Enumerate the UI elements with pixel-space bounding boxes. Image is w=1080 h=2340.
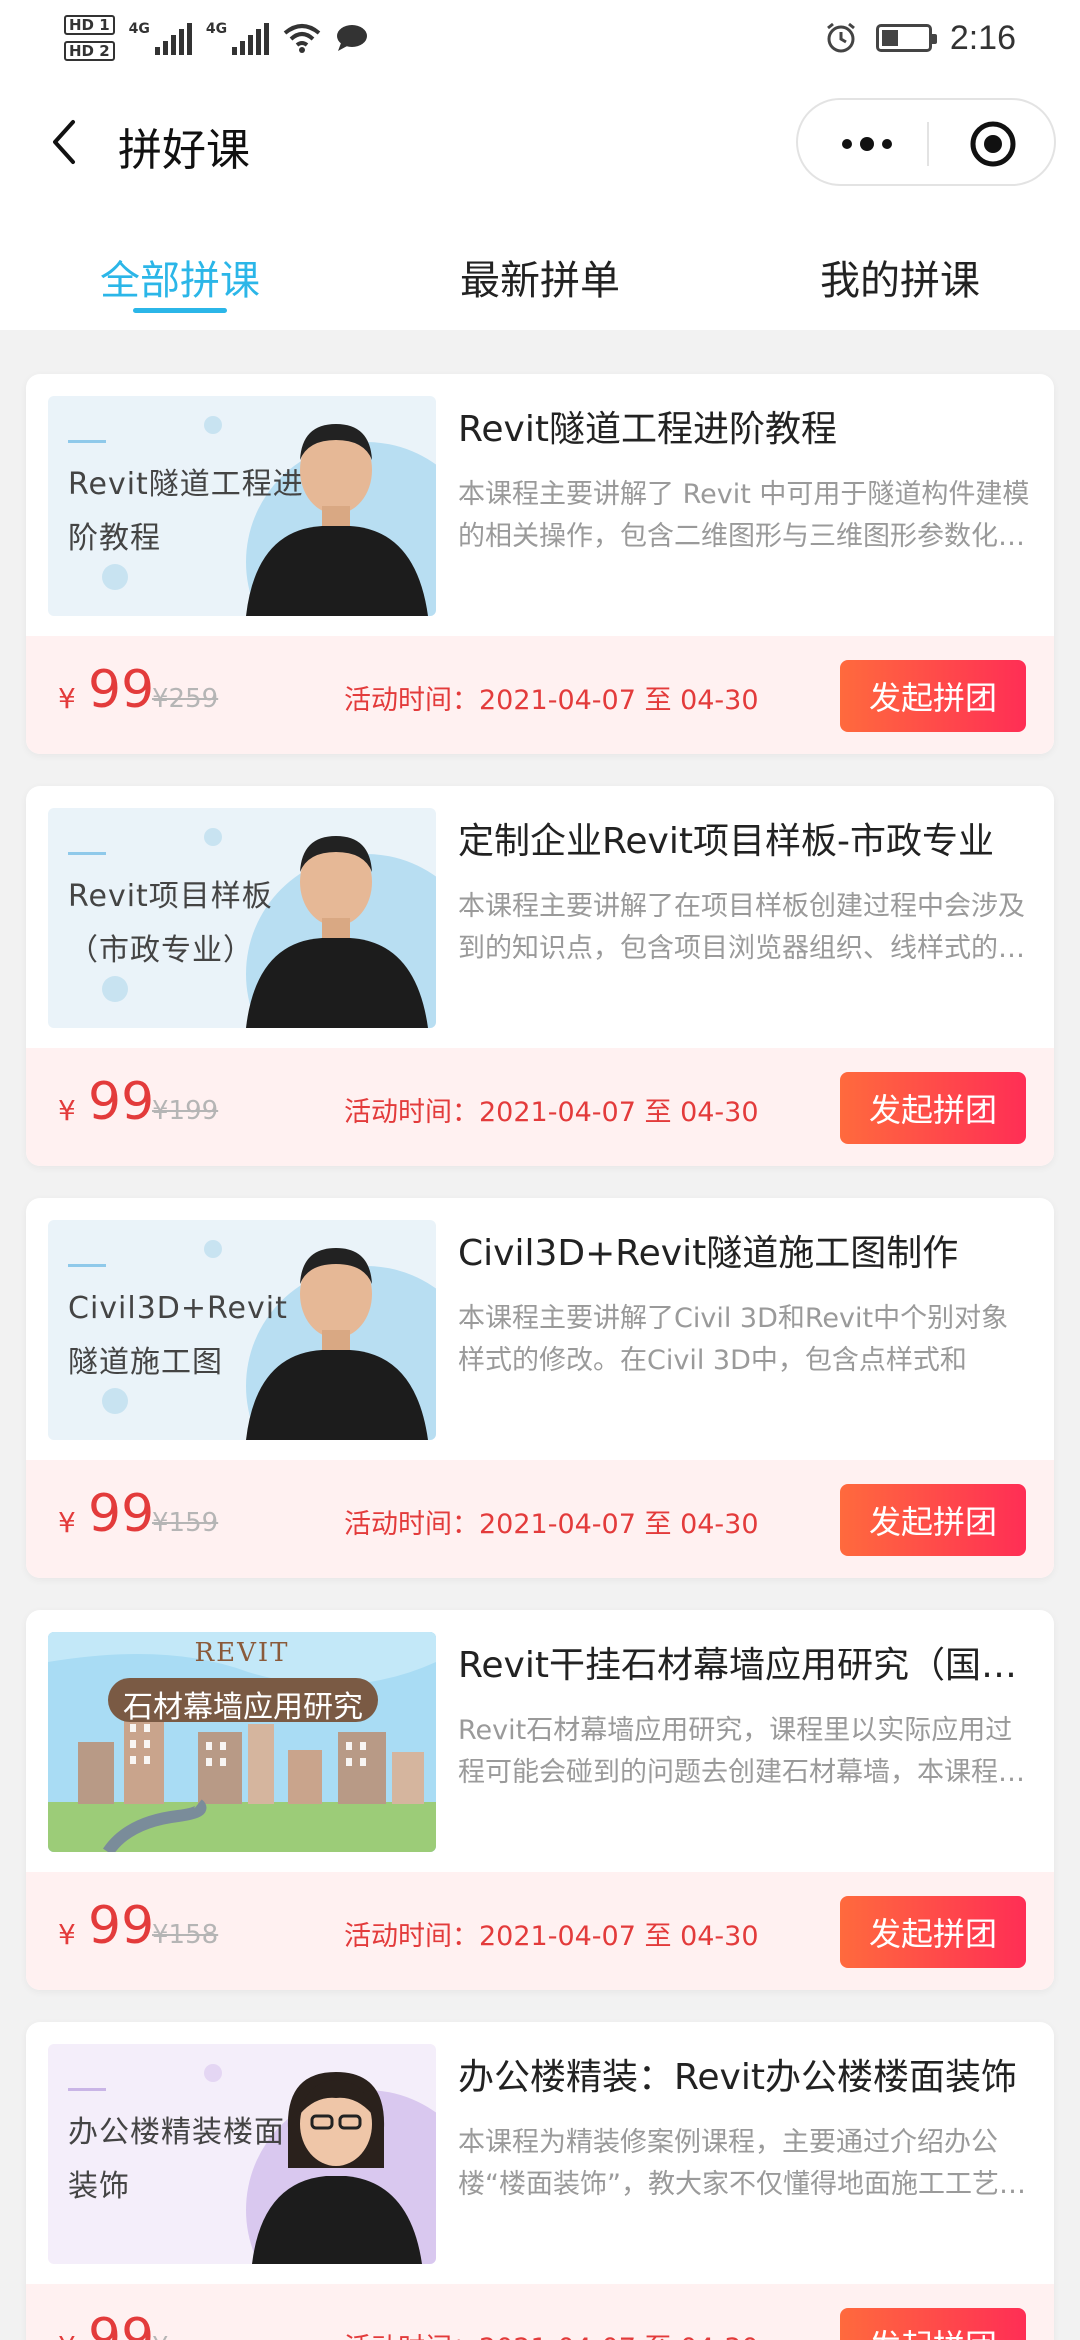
course-description: 本课程主要讲解了Civil 3D和Revit中个别对象样式的修改。在Civil … [458, 1303, 1009, 1376]
instructor-photo [246, 836, 428, 1028]
tab-all-group-courses[interactable]: 全部拼课 [30, 248, 330, 306]
start-group-buy-button[interactable]: 发起拼团 [840, 2308, 1026, 2340]
group-price: 99 [88, 2308, 155, 2340]
course-title[interactable]: Civil3D+Revit隧道施工图制作 [458, 1224, 1028, 1276]
alarm-icon [826, 22, 855, 53]
course-card[interactable]: Revit项目样板（市政专业） 定制企业Revit项目样板-市政专业 本课程主要… [26, 786, 1054, 1166]
currency-symbol: ¥ [58, 1094, 76, 1127]
original-price: ¥ [152, 2332, 169, 2340]
tab-active-indicator [133, 308, 227, 313]
thumbnail-brand: REVIT [194, 1638, 290, 1668]
start-group-buy-button[interactable]: 发起拼团 [840, 1072, 1026, 1144]
instructor-photo [246, 424, 428, 616]
status-left: HD 1 HD 2 4G 4G [64, 10, 369, 66]
currency-symbol: ¥ [58, 682, 76, 715]
course-thumbnail: Civil3D+Revit隧道施工图 [48, 1220, 436, 1440]
course-thumbnail: 办公楼精装楼面装饰 [48, 2044, 436, 2264]
signal-icon: 4G [129, 21, 192, 55]
group-price: 99 [88, 1484, 155, 1544]
target-close-icon [970, 121, 1016, 167]
course-title[interactable]: Revit隧道工程进阶教程 [458, 400, 1028, 452]
original-price: ¥199 [152, 1096, 219, 1126]
message-icon [337, 25, 368, 51]
course-title[interactable]: 办公楼精装：Revit办公楼楼面装饰 [458, 2048, 1028, 2100]
hd2-badge: HD 2 [64, 41, 115, 61]
group-price: 99 [88, 1072, 155, 1132]
tab-bar: 全部拼课 最新拼单 我的拼课 [0, 212, 1080, 330]
course-description: Revit石材幕墙应用研究，课程里以实际应用过程可能会碰到的问题去创建石材幕墙，… [458, 1715, 1025, 1788]
course-description: 本课程为精装修案例课程，主要通过介绍办公楼“楼面装饰”，教大家不仅懂得地面施工工… [458, 2127, 1026, 2200]
close-miniprogram-button[interactable] [948, 114, 1038, 174]
currency-symbol: ¥ [58, 2330, 76, 2340]
course-thumbnail: Revit项目样板（市政专业） [48, 808, 436, 1028]
course-card[interactable]: 办公楼精装楼面装饰 办公楼精装：Revit办公楼楼面装饰 本课程为精装修案例课程… [26, 2022, 1054, 2340]
original-price: ¥158 [152, 1920, 219, 1950]
capsule-divider [927, 122, 929, 166]
chevron-left-icon [53, 120, 75, 164]
network-type-1: 4G [128, 21, 150, 37]
activity-period: 活动时间：2021-04-07 至 04-30 [344, 1921, 759, 1952]
activity-period: 活动时间：2021-04-07 至 04-30 [344, 1097, 759, 1128]
course-card[interactable]: Revit隧道工程进阶教程 Revit隧道工程进阶教程 本课程主要讲解了 Rev… [26, 374, 1054, 754]
original-price: ¥259 [152, 684, 219, 714]
group-price: 99 [88, 1896, 155, 1956]
activity-period: 活动时间：2021-04-07 至 04-30 [344, 2326, 759, 2340]
clock-time: 2:16 [949, 18, 1016, 57]
network-type-2: 4G [205, 21, 228, 37]
wifi-icon [283, 24, 321, 53]
status-bar: HD 1 HD 2 4G 4G 2:16 [0, 0, 1080, 72]
card-footer: ¥ 99 ¥ 活动时间：2021-04-07 至 04-30 发起拼团 [26, 2284, 1054, 2340]
course-card[interactable]: REVIT 石材幕墙应用研究 Revit干挂石材幕墙应用研究（国… Revit石… [26, 1610, 1054, 1990]
start-group-buy-button[interactable]: 发起拼团 [840, 1896, 1026, 1968]
currency-symbol: ¥ [58, 1506, 76, 1539]
tab-my-groups[interactable]: 我的拼课 [750, 248, 1050, 306]
group-price: 99 [88, 660, 155, 720]
start-group-buy-button[interactable]: 发起拼团 [840, 1484, 1026, 1556]
miniprogram-capsule [796, 98, 1056, 186]
hd-indicators: HD 1 HD 2 [64, 15, 115, 61]
more-button[interactable] [822, 114, 912, 174]
back-button[interactable] [36, 110, 92, 174]
card-footer: ¥ 99 ¥259 活动时间：2021-04-07 至 04-30 发起拼团 [26, 636, 1054, 754]
nav-bar: 拼好课 [0, 72, 1080, 212]
currency-symbol: ¥ [58, 1918, 76, 1951]
start-group-buy-button[interactable]: 发起拼团 [840, 660, 1026, 732]
activity-period: 活动时间：2021-04-07 至 04-30 [344, 685, 759, 716]
activity-period: 活动时间：2021-04-07 至 04-30 [344, 1509, 759, 1540]
signal-icon-2: 4G [205, 21, 270, 55]
battery-icon [875, 24, 937, 52]
instructor-photo [246, 1248, 428, 1440]
instructor-photo [252, 2072, 422, 2264]
course-description: 本课程主要讲解了在项目样板创建过程中会涉及到的知识点，包含项目浏览器组织、线样式… [458, 891, 1025, 964]
card-footer: ¥ 99 ¥158 活动时间：2021-04-07 至 04-30 发起拼团 [26, 1872, 1054, 1990]
course-thumbnail: REVIT 石材幕墙应用研究 [48, 1632, 436, 1852]
course-thumbnail: Revit隧道工程进阶教程 [48, 396, 436, 616]
course-card[interactable]: Civil3D+Revit隧道施工图 Civil3D+Revit隧道施工图制作 … [26, 1198, 1054, 1578]
status-right: 2:16 [824, 10, 1016, 66]
page-title: 拼好课 [118, 125, 250, 176]
hd1-badge: HD 1 [64, 15, 115, 35]
card-footer: ¥ 99 ¥159 活动时间：2021-04-07 至 04-30 发起拼团 [26, 1460, 1054, 1578]
course-title[interactable]: Revit干挂石材幕墙应用研究（国… [458, 1636, 1028, 1688]
more-dots-icon [842, 137, 892, 151]
thumbnail-caption: 石材幕墙应用研究 [123, 1690, 363, 1725]
tab-latest-groups[interactable]: 最新拼单 [390, 248, 690, 306]
card-footer: ¥ 99 ¥199 活动时间：2021-04-07 至 04-30 发起拼团 [26, 1048, 1054, 1166]
course-description: 本课程主要讲解了 Revit 中可用于隧道构件建模的相关操作，包含二维图形与三维… [458, 479, 1030, 552]
original-price: ¥159 [152, 1508, 219, 1538]
course-title[interactable]: 定制企业Revit项目样板-市政专业 [458, 812, 1028, 864]
